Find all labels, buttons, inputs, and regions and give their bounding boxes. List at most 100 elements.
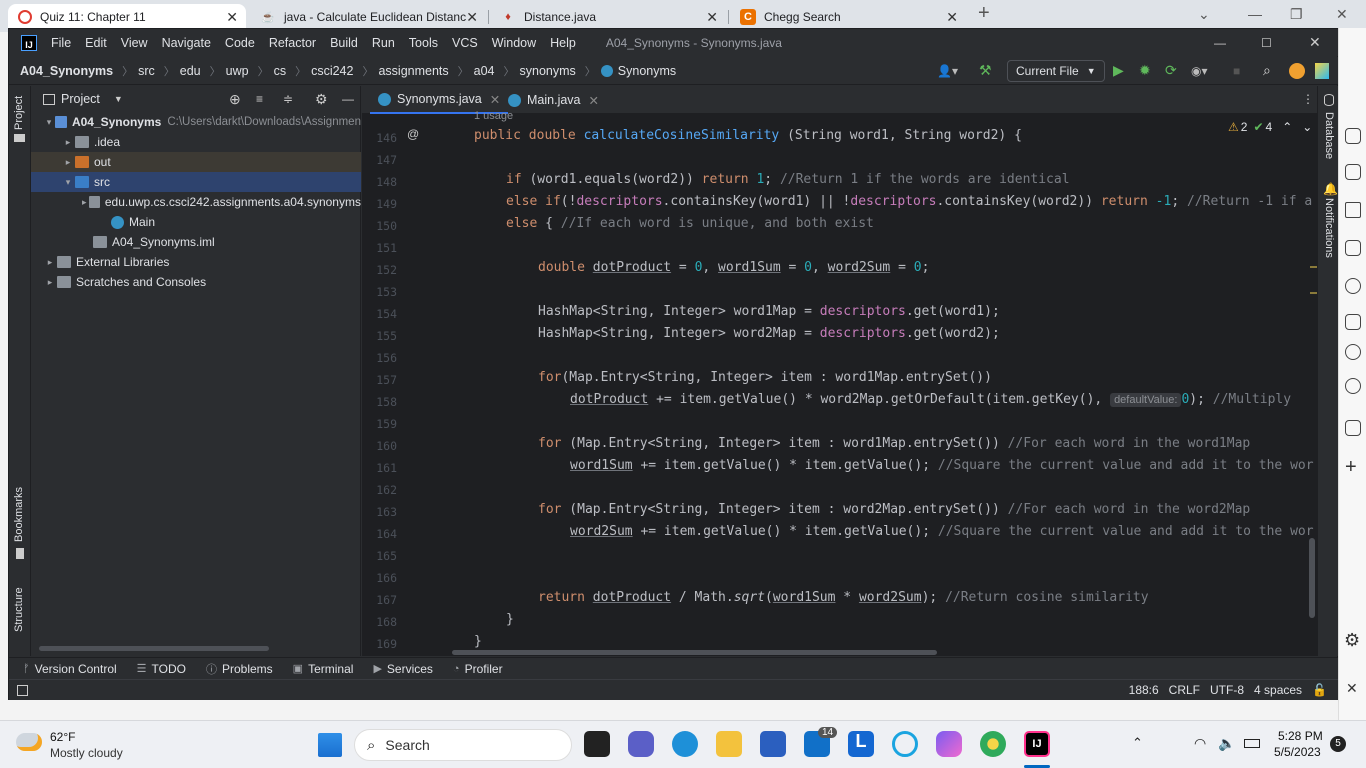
close-icon[interactable]: ✕: [466, 9, 478, 26]
close-icon[interactable]: ✕: [490, 92, 500, 107]
chrome-icon[interactable]: [980, 731, 1006, 757]
menu-navigate[interactable]: Navigate: [162, 36, 211, 50]
plugin-icon[interactable]: [1315, 63, 1329, 79]
tag-icon[interactable]: [1345, 202, 1361, 218]
sidebar-app-icon[interactable]: [1345, 164, 1361, 180]
menu-tools[interactable]: Tools: [409, 36, 438, 50]
breadcrumb-item[interactable]: cs: [274, 64, 287, 78]
tree-item[interactable]: ▸ out: [31, 152, 361, 172]
tree-item[interactable]: ▸ edu.uwp.cs.csci242.assignments.a04.syno…: [31, 192, 361, 212]
hide-icon[interactable]: —: [342, 92, 354, 106]
close-icon[interactable]: ✕: [946, 9, 958, 26]
browser-tab-stackoverflow[interactable]: ☕ java - Calculate Euclidean Distanc ✕: [250, 4, 486, 30]
breadcrumb-item[interactable]: uwp: [226, 64, 249, 78]
sidebar-app-icon[interactable]: [1345, 128, 1361, 144]
chevron-icon[interactable]: ▸: [43, 277, 57, 288]
gear-icon[interactable]: ⚙: [315, 91, 328, 108]
breadcrumb-item[interactable]: assignments: [378, 64, 448, 78]
code-line[interactable]: }: [474, 634, 482, 649]
sidebar-app-icon[interactable]: [1345, 278, 1361, 294]
locate-icon[interactable]: ⊕: [229, 91, 241, 108]
breadcrumb-item[interactable]: csci242: [311, 64, 353, 78]
menu-code[interactable]: Code: [225, 36, 255, 50]
menu-vcs[interactable]: VCS: [452, 36, 478, 50]
intellij-icon[interactable]: IJ: [1024, 731, 1050, 757]
chevron-icon[interactable]: ▸: [61, 157, 75, 168]
code-line[interactable]: double dotProduct = 0, word1Sum = 0, wor…: [538, 260, 929, 275]
battery-icon[interactable]: [1244, 739, 1260, 748]
menu-window[interactable]: Window: [492, 36, 536, 50]
close-icon[interactable]: ✕: [589, 93, 599, 108]
chevron-icon[interactable]: ▾: [61, 177, 75, 188]
browser-tab-chegg[interactable]: C Chegg Search ✕: [730, 4, 966, 30]
hammer-icon[interactable]: ⚒: [979, 62, 992, 79]
override-icon[interactable]: @: [407, 127, 419, 141]
code-line[interactable]: public double calculateCosineSimilarity …: [474, 128, 1022, 143]
tool-bookmarks[interactable]: Bookmarks: [13, 487, 25, 542]
tool-project[interactable]: Project: [13, 96, 25, 130]
lock-icon[interactable]: 🔓: [1312, 683, 1327, 697]
file-explorer-icon[interactable]: [716, 731, 742, 757]
tool-terminal[interactable]: ▣ Terminal: [293, 662, 354, 676]
close-icon[interactable]: ✕: [1336, 6, 1348, 23]
folder-icon[interactable]: [14, 134, 25, 142]
tool-notifications[interactable]: Notifications: [1323, 198, 1335, 258]
project-panel-title[interactable]: Project: [61, 92, 100, 106]
code-line[interactable]: if (word1.equals(word2)) return 1; //Ret…: [506, 172, 1070, 187]
phone-icon[interactable]: [1345, 378, 1361, 394]
breadcrumb-item[interactable]: a04: [474, 64, 495, 78]
minimize-icon[interactable]: —: [1248, 6, 1262, 22]
store-icon[interactable]: [760, 731, 786, 757]
teams-icon[interactable]: [628, 731, 654, 757]
line-separator[interactable]: CRLF: [1169, 683, 1200, 697]
sidebar-app-icon[interactable]: [1345, 240, 1361, 256]
code-line[interactable]: HashMap<String, Integer> word2Map = desc…: [538, 326, 1000, 341]
maximize-icon[interactable]: ☐: [1261, 36, 1272, 50]
code-line[interactable]: HashMap<String, Integer> word1Map = desc…: [538, 304, 1000, 319]
new-tab-button[interactable]: +: [978, 2, 990, 25]
tool-profiler[interactable]: ◔ Profiler: [453, 662, 503, 676]
weather-desc[interactable]: Mostly cloudy: [50, 746, 123, 760]
search-icon[interactable]: ⌕: [1263, 62, 1271, 79]
menu-build[interactable]: Build: [330, 36, 358, 50]
tool-database[interactable]: Database: [1323, 112, 1335, 159]
tree-item[interactable]: ▸ .idea: [31, 132, 361, 152]
app-icon[interactable]: [936, 731, 962, 757]
horizontal-scrollbar[interactable]: [39, 646, 269, 651]
tool-version-control[interactable]: ᚠ Version Control: [23, 662, 117, 676]
messenger-icon[interactable]: [1345, 344, 1361, 360]
code-line[interactable]: else { //If each word is unique, and bot…: [506, 216, 874, 231]
code-line[interactable]: else if(!descriptors.containsKey(word1) …: [506, 194, 1312, 209]
edge-icon[interactable]: [672, 731, 698, 757]
more-options-icon[interactable]: ⋮: [1302, 92, 1314, 106]
chevron-down-icon[interactable]: ⌄: [1302, 120, 1312, 134]
menu-edit[interactable]: Edit: [85, 36, 107, 50]
restore-icon[interactable]: ❐: [1290, 6, 1303, 23]
sidebar-app-icon[interactable]: [1345, 314, 1361, 330]
caret-position[interactable]: 188:6: [1129, 683, 1159, 697]
run-config-select[interactable]: Current File ▼: [1007, 60, 1105, 82]
cortana-icon[interactable]: [892, 731, 918, 757]
menu-refactor[interactable]: Refactor: [269, 36, 316, 50]
chevron-icon[interactable]: ▾: [43, 117, 55, 128]
add-icon[interactable]: +: [1345, 456, 1357, 479]
stop-icon[interactable]: ■: [1233, 64, 1240, 78]
debug-icon[interactable]: ✹: [1139, 62, 1151, 79]
breadcrumb-item[interactable]: src: [138, 64, 155, 78]
gear-icon[interactable]: ⚙: [1344, 630, 1360, 651]
menu-view[interactable]: View: [121, 36, 148, 50]
volume-icon[interactable]: 🔈: [1218, 735, 1235, 752]
menu-help[interactable]: Help: [550, 36, 576, 50]
close-icon[interactable]: ✕: [226, 9, 238, 26]
tree-item[interactable]: Main: [31, 212, 361, 232]
inspection-widget[interactable]: ⚠ 2 ✔ 4 ⌃ ⌄: [1228, 120, 1312, 134]
breadcrumb-item[interactable]: synonyms: [520, 64, 576, 78]
close-icon[interactable]: ✕: [1309, 34, 1321, 51]
clock-time[interactable]: 5:28 PM: [1278, 729, 1323, 743]
chevron-down-icon[interactable]: ⌄: [1198, 6, 1210, 23]
usage-hint[interactable]: 1 usage: [474, 110, 513, 122]
update-icon[interactable]: [1289, 63, 1305, 79]
code-line[interactable]: dotProduct += item.getValue() * word2Map…: [570, 392, 1291, 407]
tree-item[interactable]: ▾ A04_Synonyms C:\Users\darkt\Downloads\As…: [31, 112, 361, 132]
minimize-icon[interactable]: —: [1214, 36, 1226, 50]
